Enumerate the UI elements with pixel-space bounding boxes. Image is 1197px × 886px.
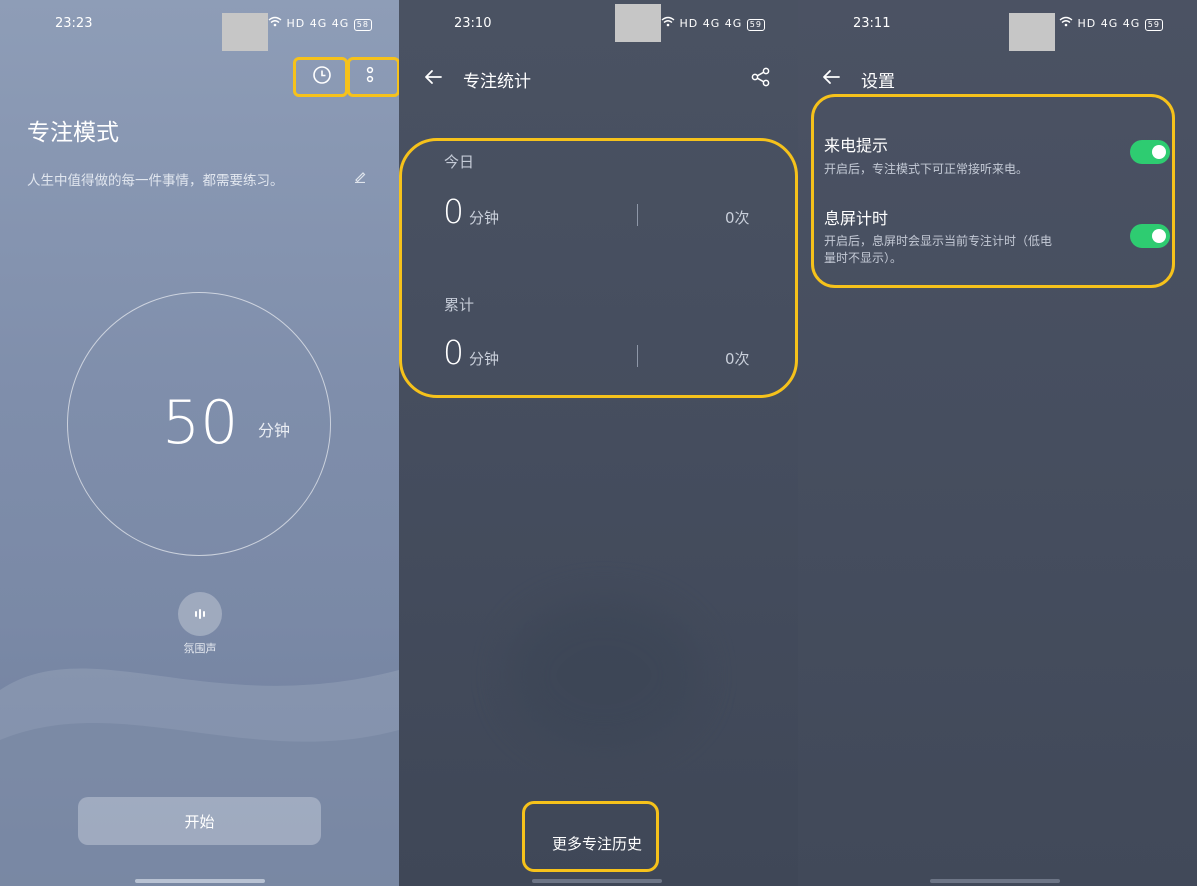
page-title: 设置 — [861, 72, 895, 92]
back-arrow-icon — [820, 70, 842, 92]
battery-icon: 58 — [353, 19, 372, 31]
share-button[interactable] — [750, 66, 772, 92]
background-shade — [509, 600, 699, 750]
highlight-history — [293, 57, 348, 97]
status-icons: HD 4G 4G 59 — [1059, 16, 1163, 31]
back-button[interactable] — [422, 66, 444, 92]
status-time: 23:11 — [853, 16, 891, 31]
network-text: HD 4G 4G — [286, 17, 350, 30]
highlight-stats — [399, 138, 798, 398]
wifi-icon — [268, 16, 287, 30]
sound-wave-icon — [193, 605, 207, 624]
status-icons: HD 4G 4G 59 — [661, 16, 765, 31]
start-button[interactable]: 开始 — [78, 797, 321, 845]
start-button-label: 开始 — [184, 812, 215, 831]
timer-value: 50 — [162, 388, 239, 458]
motto-text: 人生中值得做的每一件事情，都需要练习。 — [27, 173, 284, 189]
focus-mode-screen: 23:23 HD 4G 4G 58 专注模式 人生中值得做的每一件事情，都需要练… — [0, 0, 399, 886]
network-text: HD 4G 4G — [679, 17, 743, 30]
ambient-sound-button[interactable] — [178, 592, 222, 636]
status-icons: HD 4G 4G 58 — [268, 16, 372, 31]
battery-icon: 59 — [1144, 19, 1163, 31]
edit-motto-button[interactable] — [353, 168, 367, 187]
home-indicator[interactable] — [532, 879, 662, 883]
status-time: 23:23 — [55, 16, 93, 31]
home-indicator[interactable] — [135, 879, 265, 883]
wifi-icon — [1059, 16, 1078, 30]
back-button[interactable] — [820, 66, 842, 92]
page-title: 专注模式 — [27, 120, 119, 146]
wifi-icon — [661, 16, 680, 30]
avatar-placeholder — [1009, 13, 1055, 51]
home-indicator[interactable] — [930, 879, 1060, 883]
ambient-sound-label: 氛围声 — [183, 642, 217, 655]
highlight-settings — [811, 94, 1175, 288]
battery-icon: 59 — [746, 19, 765, 31]
avatar-placeholder — [615, 4, 661, 42]
timer-unit: 分钟 — [258, 421, 291, 440]
focus-stats-screen: 23:10 HD 4G 4G 59 专注统计 今日 0 分钟 0次 累计 0 分… — [399, 0, 798, 886]
highlight-more — [347, 57, 399, 97]
highlight-more-history — [522, 801, 659, 872]
network-text: HD 4G 4G — [1077, 17, 1141, 30]
status-time: 23:10 — [454, 16, 492, 31]
avatar-placeholder — [222, 13, 268, 51]
settings-screen: 23:11 HD 4G 4G 59 设置 来电提示 开启后，专注模式下可正常接听… — [798, 0, 1197, 886]
back-arrow-icon — [422, 70, 444, 92]
share-icon — [750, 67, 772, 92]
edit-icon — [353, 168, 367, 187]
page-title: 专注统计 — [463, 72, 531, 92]
